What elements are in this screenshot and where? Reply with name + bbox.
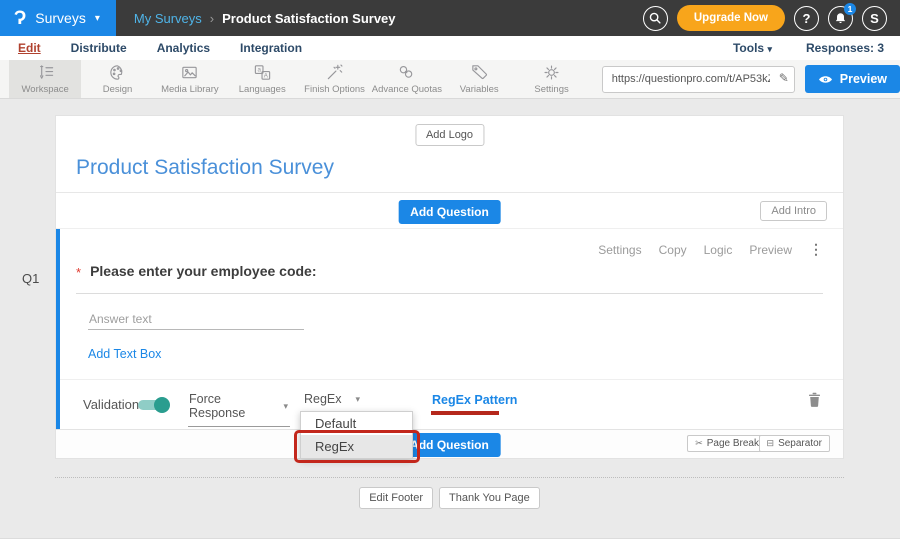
add-text-box-link[interactable]: Add Text Box [88, 347, 161, 361]
toolbar-item-settings[interactable]: Settings [515, 60, 587, 98]
menu-option-default[interactable]: Default [301, 412, 412, 435]
survey-footer-buttons: Edit Footer Thank You Page [55, 487, 844, 509]
toolbar-item-workspace[interactable]: Workspace [9, 60, 81, 98]
survey-nav: Edit Distribute Analytics Integration To… [0, 36, 900, 60]
regex-pattern-link[interactable]: RegEx Pattern [432, 393, 517, 407]
add-logo-button[interactable]: Add Logo [415, 124, 484, 146]
surveys-menu-label: Surveys [35, 10, 86, 26]
palette-icon [108, 63, 127, 82]
validation-type-dropdown[interactable]: RegEx ▾ [303, 392, 360, 413]
top-bar: Ɂ Surveys ▾ My Surveys › Product Satisfa… [0, 0, 900, 36]
upgrade-now-button[interactable]: Upgrade Now [677, 5, 785, 31]
image-icon [180, 63, 199, 82]
page-break-button[interactable]: ✂ Page Break [687, 435, 767, 452]
edit-toolbar: Workspace Design Media Library aA Langua… [0, 60, 900, 99]
validation-label: Validation [83, 397, 139, 412]
chevron-down-icon: ▾ [356, 394, 361, 405]
add-question-button-top[interactable]: Add Question [398, 200, 501, 224]
validation-toggle[interactable] [138, 398, 170, 411]
questionpro-logo-icon: Ɂ [14, 9, 26, 28]
search-icon [648, 11, 662, 25]
trash-icon [808, 392, 821, 407]
notification-badge: 1 [844, 3, 856, 15]
question-settings-link[interactable]: Settings [598, 243, 641, 257]
svg-text:a: a [257, 67, 261, 74]
search-button[interactable] [643, 6, 668, 31]
workspace-icon [36, 63, 55, 82]
force-response-dropdown[interactable]: Force Response ▾ [188, 392, 290, 427]
toolbar-item-languages[interactable]: aA Languages [226, 60, 298, 98]
tools-menu[interactable]: Tools ▾ [733, 41, 772, 55]
survey-title[interactable]: Product Satisfaction Survey [76, 156, 334, 180]
survey-url-input[interactable] [602, 66, 795, 93]
question-copy-link[interactable]: Copy [659, 243, 687, 257]
thank-you-page-button[interactable]: Thank You Page [439, 487, 540, 509]
answer-text-input[interactable] [88, 309, 304, 330]
preview-button[interactable]: Preview [805, 65, 900, 93]
survey-header-section: Add Logo Product Satisfaction Survey [56, 116, 843, 193]
notifications-button[interactable]: 1 [828, 6, 853, 31]
toggle-knob [154, 397, 170, 413]
translate-icon: aA [253, 63, 272, 82]
toolbar-item-media-library[interactable]: Media Library [154, 60, 226, 98]
breadcrumb: My Surveys › Product Satisfaction Survey [134, 11, 396, 26]
page-dotted-separator [55, 477, 844, 478]
top-bar-actions: Upgrade Now ? 1 S [643, 5, 900, 31]
breadcrumb-current-survey: Product Satisfaction Survey [222, 11, 395, 26]
app-window: Ɂ Surveys ▾ My Surveys › Product Satisfa… [0, 0, 900, 547]
help-button[interactable]: ? [794, 6, 819, 31]
tab-distribute[interactable]: Distribute [71, 41, 127, 55]
edit-footer-button[interactable]: Edit Footer [359, 487, 433, 509]
chevron-down-icon: ▾ [95, 13, 100, 24]
toolbar-item-variables[interactable]: Variables [443, 60, 515, 98]
tab-edit[interactable]: Edit [18, 41, 41, 55]
tag-icon [470, 63, 489, 82]
surveys-menu[interactable]: Ɂ Surveys ▾ [0, 0, 116, 36]
tab-analytics[interactable]: Analytics [157, 41, 210, 55]
survey-url-group: ✎ Preview [602, 60, 900, 98]
chain-links-icon [397, 63, 416, 82]
question-preview-link[interactable]: Preview [749, 243, 792, 257]
breadcrumb-my-surveys[interactable]: My Surveys [134, 11, 202, 26]
toolbar-item-finish-options[interactable]: Finish Options [298, 60, 370, 98]
survey-editor-canvas: Q1 Add Logo Product Satisfaction Survey … [0, 99, 900, 547]
chevron-down-icon: ▾ [283, 401, 288, 412]
chevron-down-icon: ▾ [767, 44, 772, 54]
magic-wand-icon [325, 63, 344, 82]
tab-integration[interactable]: Integration [240, 41, 302, 55]
avatar[interactable]: S [862, 6, 887, 31]
separator-button[interactable]: ⊟ Separator [759, 435, 830, 452]
add-question-row: Add Question Add Intro [56, 193, 843, 229]
breadcrumb-separator-icon: › [210, 11, 214, 26]
question-logic-link[interactable]: Logic [704, 243, 733, 257]
add-intro-button[interactable]: Add Intro [760, 201, 827, 221]
red-underline-annotation [431, 411, 499, 415]
scissors-icon: ✂ [695, 438, 703, 449]
question-block-q1: Settings Copy Logic Preview ⋮ * Please e… [56, 229, 843, 429]
validation-type-menu: Default RegEx [300, 411, 413, 459]
delete-question-button[interactable] [808, 392, 821, 410]
add-question-button-bottom[interactable]: Add Question [398, 433, 501, 457]
more-options-icon[interactable]: ⋮ [809, 241, 823, 258]
menu-option-regex[interactable]: RegEx [301, 435, 412, 458]
toolbar-item-design[interactable]: Design [81, 60, 153, 98]
toolbar-item-advance-quotas[interactable]: Advance Quotas [371, 60, 443, 98]
edit-url-icon[interactable]: ✎ [779, 71, 789, 85]
gear-icon [542, 63, 561, 82]
question-text[interactable]: Please enter your employee code: [90, 263, 316, 279]
question-number-label: Q1 [22, 271, 39, 286]
separator-icon: ⊟ [767, 438, 775, 449]
question-text-row: * Please enter your employee code: [76, 263, 823, 294]
question-actions: Settings Copy Logic Preview ⋮ [598, 241, 823, 258]
survey-url-box: ✎ [602, 66, 795, 93]
survey-card: Add Logo Product Satisfaction Survey Add… [55, 115, 844, 459]
page-bottom-strip [0, 538, 900, 547]
eye-icon [818, 74, 833, 85]
validation-row: Validation Force Response ▾ RegEx ▾ RegE… [60, 379, 843, 429]
required-asterisk: * [76, 265, 81, 280]
nav-right: Tools ▾ Responses: 3 [733, 41, 884, 55]
responses-link[interactable]: Responses: 3 [806, 41, 884, 55]
card-footer-row: Add Question ✂ Page Break ⊟ Separator [56, 429, 843, 458]
